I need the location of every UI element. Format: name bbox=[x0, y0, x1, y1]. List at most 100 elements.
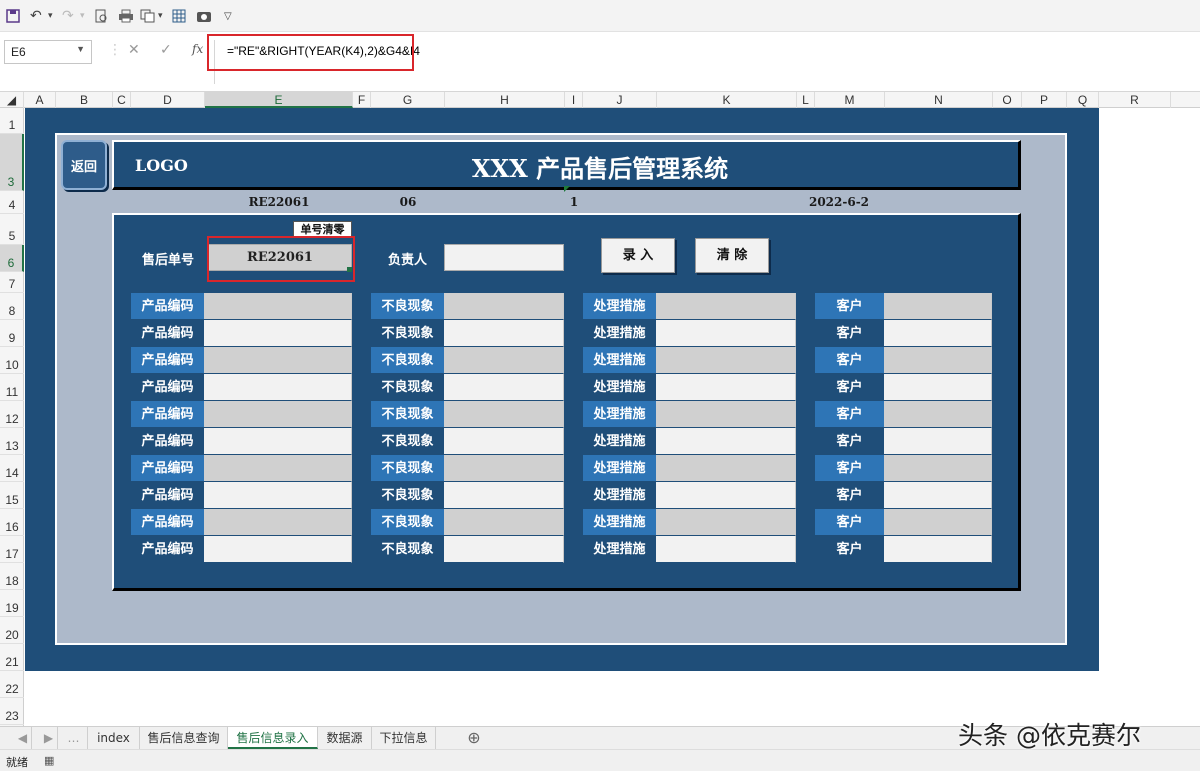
redo-icon[interactable]: ↷ bbox=[62, 6, 74, 26]
cancel-icon[interactable]: ✕ bbox=[128, 42, 140, 58]
row-header[interactable]: 3 bbox=[0, 134, 24, 191]
add-sheet-icon[interactable]: ⊕ bbox=[462, 727, 486, 749]
column-header[interactable]: Q bbox=[1067, 92, 1099, 108]
table-icon[interactable] bbox=[172, 6, 186, 26]
scroll-right-icon[interactable]: ▶ bbox=[40, 727, 58, 749]
row-header[interactable]: 13 bbox=[0, 428, 24, 455]
back-button[interactable]: 返回 bbox=[61, 140, 107, 190]
product-code-cell[interactable] bbox=[204, 347, 352, 374]
row-header[interactable]: 23 bbox=[0, 698, 24, 725]
product-code-cell[interactable] bbox=[204, 482, 352, 509]
redo-dropdown-icon[interactable]: ▾ bbox=[80, 6, 85, 26]
save-icon[interactable] bbox=[6, 6, 20, 26]
customer-cell[interactable] bbox=[884, 536, 992, 563]
measure-cell[interactable] bbox=[656, 320, 796, 347]
column-header[interactable]: E bbox=[205, 92, 353, 108]
macro-record-icon[interactable]: ▦ bbox=[44, 754, 54, 767]
customer-cell[interactable] bbox=[884, 509, 992, 536]
customer-cell[interactable] bbox=[884, 293, 992, 320]
defect-cell[interactable] bbox=[444, 455, 564, 482]
row-header[interactable]: 7 bbox=[0, 272, 24, 293]
customize-toolbar-icon[interactable]: ▽ bbox=[224, 6, 232, 26]
measure-cell[interactable] bbox=[656, 536, 796, 563]
defect-cell[interactable] bbox=[444, 536, 564, 563]
customer-cell[interactable] bbox=[884, 401, 992, 428]
column-header[interactable]: C bbox=[113, 92, 131, 108]
column-header[interactable]: J bbox=[583, 92, 657, 108]
fx-icon[interactable]: fx bbox=[192, 42, 203, 56]
measure-cell[interactable] bbox=[656, 401, 796, 428]
product-code-cell[interactable] bbox=[204, 401, 352, 428]
product-code-cell[interactable] bbox=[204, 374, 352, 401]
print-preview-icon[interactable] bbox=[94, 6, 108, 26]
row-header[interactable]: 17 bbox=[0, 536, 24, 563]
defect-cell[interactable] bbox=[444, 401, 564, 428]
entry-button[interactable]: 录 入 bbox=[601, 238, 675, 273]
customer-cell[interactable] bbox=[884, 374, 992, 401]
product-code-cell[interactable] bbox=[204, 509, 352, 536]
measure-cell[interactable] bbox=[656, 509, 796, 536]
scroll-left-icon[interactable]: ◀ bbox=[14, 727, 32, 749]
measure-cell[interactable] bbox=[656, 428, 796, 455]
row-header[interactable]: 22 bbox=[0, 671, 24, 698]
product-code-cell[interactable] bbox=[204, 455, 352, 482]
customer-cell[interactable] bbox=[884, 347, 992, 374]
owner-field[interactable] bbox=[444, 244, 564, 271]
select-all-corner[interactable]: ◢ bbox=[0, 92, 24, 108]
product-code-cell[interactable] bbox=[204, 320, 352, 347]
measure-cell[interactable] bbox=[656, 482, 796, 509]
row-header[interactable]: 6 bbox=[0, 245, 24, 272]
row-header[interactable]: 4 bbox=[0, 191, 24, 214]
clear-button[interactable]: 清 除 bbox=[695, 238, 769, 273]
row-header[interactable]: 1 bbox=[0, 108, 24, 134]
column-header[interactable]: L bbox=[797, 92, 815, 108]
measure-cell[interactable] bbox=[656, 374, 796, 401]
product-code-cell[interactable] bbox=[204, 293, 352, 320]
sheet-tab-query[interactable]: 售后信息查询 bbox=[140, 727, 228, 749]
column-header[interactable]: B bbox=[56, 92, 113, 108]
measure-cell[interactable] bbox=[656, 293, 796, 320]
sheet-tab-index[interactable]: index bbox=[88, 727, 140, 749]
column-header[interactable]: R bbox=[1099, 92, 1171, 108]
row-header[interactable]: 11 bbox=[0, 374, 24, 401]
column-header[interactable]: K bbox=[657, 92, 797, 108]
row-header[interactable]: 14 bbox=[0, 455, 24, 482]
sheet-tab-datasource[interactable]: 数据源 bbox=[318, 727, 372, 749]
measure-cell[interactable] bbox=[656, 347, 796, 374]
defect-cell[interactable] bbox=[444, 320, 564, 347]
chevron-down-icon[interactable]: ▼ bbox=[76, 44, 85, 54]
customer-cell[interactable] bbox=[884, 428, 992, 455]
defect-cell[interactable] bbox=[444, 374, 564, 401]
sheet-tab-dropdown[interactable]: 下拉信息 bbox=[372, 727, 436, 749]
fill-handle-icon[interactable] bbox=[347, 267, 352, 272]
column-header[interactable]: D bbox=[131, 92, 205, 108]
column-header[interactable]: G bbox=[371, 92, 445, 108]
more-tabs-icon[interactable]: … bbox=[60, 727, 88, 749]
name-box[interactable]: E6 ▼ bbox=[4, 40, 92, 64]
row-header[interactable]: 9 bbox=[0, 320, 24, 347]
customer-cell[interactable] bbox=[884, 455, 992, 482]
print-icon[interactable] bbox=[118, 6, 134, 26]
undo-dropdown-icon[interactable]: ▾ bbox=[48, 6, 53, 26]
row-header[interactable]: 18 bbox=[0, 563, 24, 590]
defect-cell[interactable] bbox=[444, 428, 564, 455]
column-header[interactable]: I bbox=[565, 92, 583, 108]
drag-handle-icon[interactable]: ⋮ bbox=[108, 42, 122, 58]
customer-cell[interactable] bbox=[884, 320, 992, 347]
product-code-cell[interactable] bbox=[204, 536, 352, 563]
column-header[interactable]: O bbox=[993, 92, 1022, 108]
defect-cell[interactable] bbox=[444, 482, 564, 509]
row-header[interactable]: 10 bbox=[0, 347, 24, 374]
column-header[interactable]: P bbox=[1022, 92, 1067, 108]
row-header[interactable]: 15 bbox=[0, 482, 24, 509]
copy-format-icon[interactable] bbox=[140, 6, 156, 26]
column-header[interactable]: A bbox=[24, 92, 56, 108]
defect-cell[interactable] bbox=[444, 509, 564, 536]
copy-dropdown-icon[interactable]: ▾ bbox=[158, 6, 163, 26]
camera-icon[interactable] bbox=[196, 6, 212, 26]
column-header[interactable]: N bbox=[885, 92, 993, 108]
row-header[interactable]: 12 bbox=[0, 401, 24, 428]
row-header[interactable]: 5 bbox=[0, 214, 24, 245]
column-header[interactable]: F bbox=[353, 92, 371, 108]
customer-cell[interactable] bbox=[884, 482, 992, 509]
